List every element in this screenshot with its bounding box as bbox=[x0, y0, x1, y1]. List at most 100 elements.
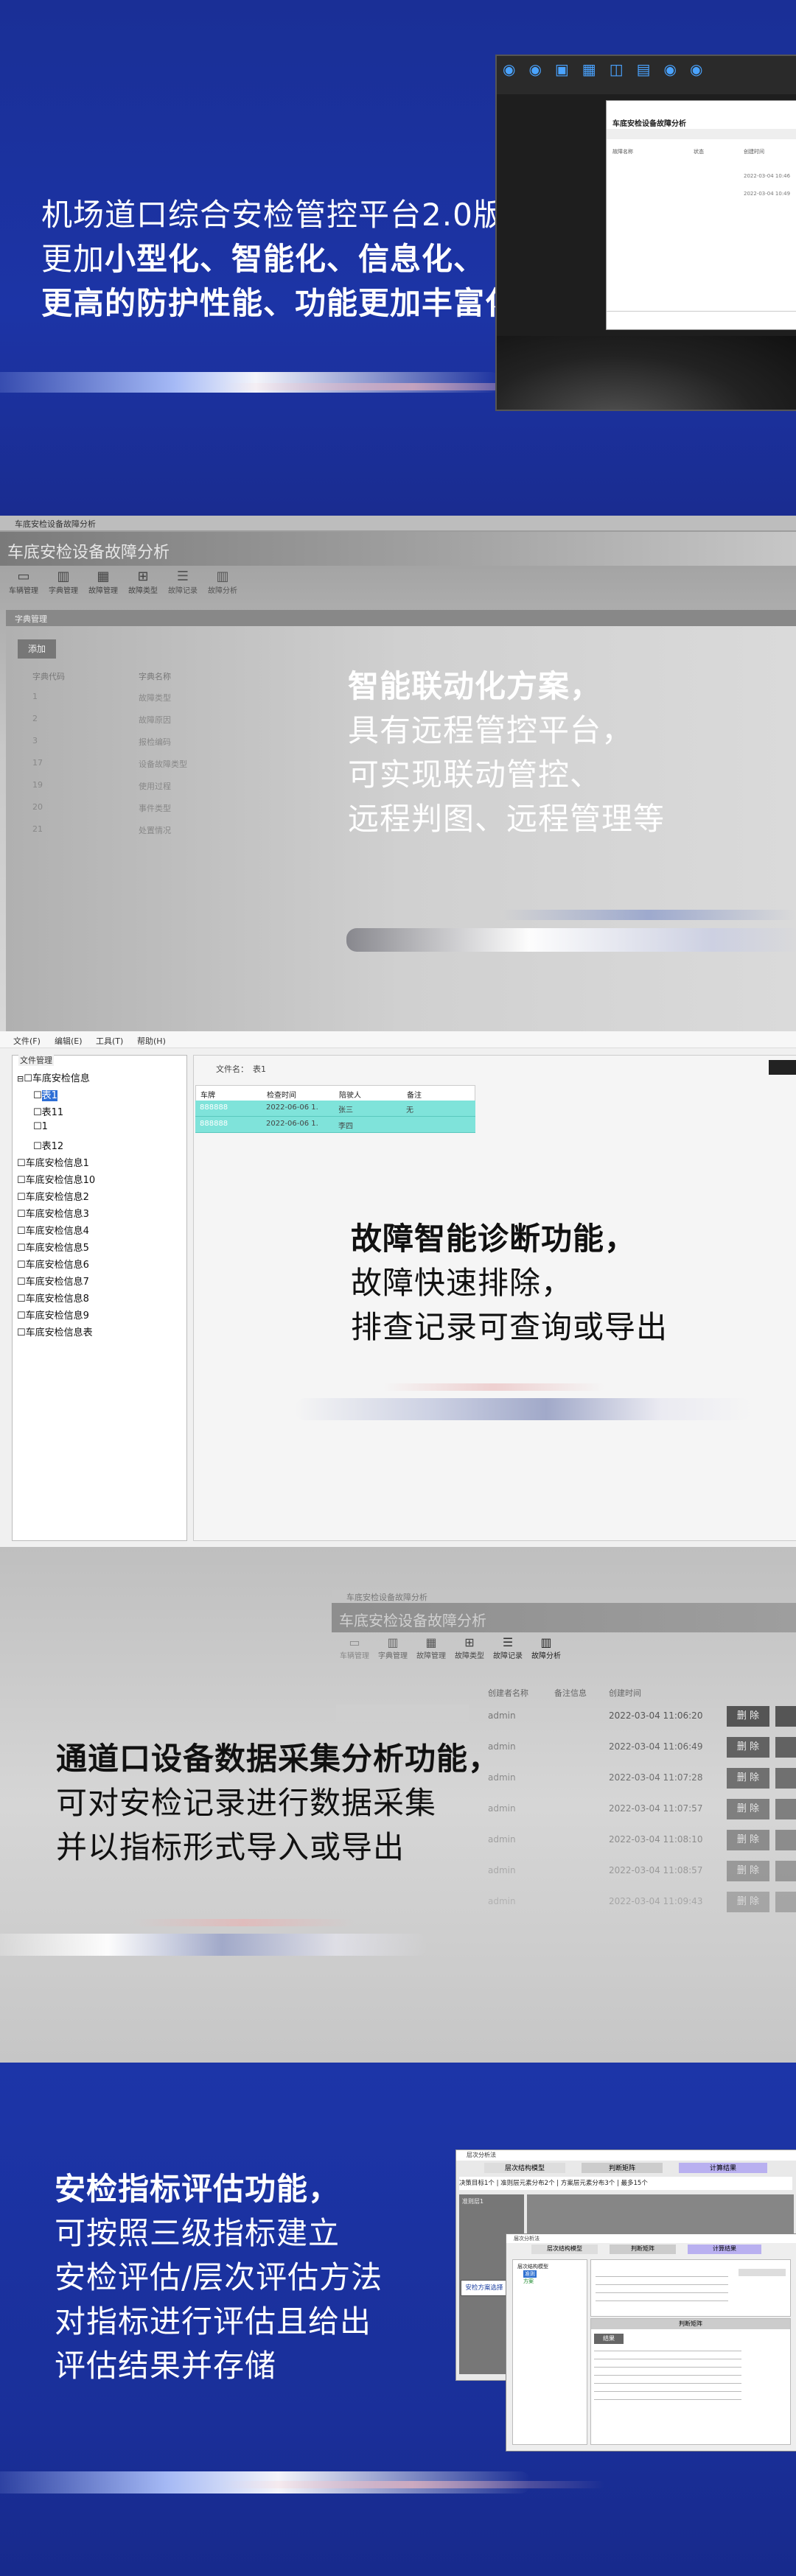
delete-button[interactable]: 删 除 bbox=[727, 1737, 769, 1758]
delete-button[interactable]: 删 除 bbox=[727, 1706, 769, 1727]
checkbox-icon[interactable]: ☐ bbox=[17, 1175, 26, 1186]
table-row[interactable]: 21 处置情况 bbox=[18, 821, 254, 840]
toolbar-button-dictionary[interactable]: ▥ 字典管理 bbox=[374, 1635, 411, 1660]
checkbox-icon[interactable]: ☐ bbox=[17, 1192, 26, 1203]
add-button[interactable]: 添加 bbox=[18, 639, 56, 659]
delete-button[interactable]: 删 除 bbox=[727, 1861, 769, 1881]
tree-node[interactable]: ☐表12 bbox=[33, 1138, 63, 1152]
checkbox-icon[interactable]: ☐ bbox=[17, 1260, 26, 1271]
tree-node[interactable]: ☐车底安检信息表 bbox=[17, 1324, 93, 1338]
table-row[interactable]: admin 2022-03-04 11:06:49 删 除 bbox=[479, 1734, 796, 1761]
delete-button[interactable]: 删 除 bbox=[727, 1830, 769, 1850]
checkbox-icon[interactable]: ☐ bbox=[17, 1226, 26, 1237]
checkbox-icon[interactable]: ☐ bbox=[17, 1327, 26, 1338]
table-row[interactable]: 2 故障原因 bbox=[18, 710, 254, 729]
action-button[interactable] bbox=[775, 1861, 796, 1881]
checkbox-icon[interactable]: ☐ bbox=[17, 1209, 26, 1220]
table-row[interactable]: 20 事件类型 bbox=[18, 799, 254, 818]
toolbar-button-fault[interactable]: ▦ 故障管理 bbox=[84, 569, 122, 595]
action-button[interactable] bbox=[775, 1706, 796, 1727]
toolbar-button-fault-type[interactable]: ⊞ 故障类型 bbox=[451, 1635, 488, 1660]
dictionary-name: 故障原因 bbox=[139, 715, 171, 725]
checkbox-icon[interactable]: ☐ bbox=[17, 1277, 26, 1288]
menu-help[interactable]: 帮助(H) bbox=[137, 1035, 166, 1047]
tree-node[interactable]: ☐车底安检信息5 bbox=[17, 1240, 89, 1254]
action-button[interactable] bbox=[775, 1768, 796, 1789]
table-row[interactable]: admin 2022-03-04 11:06:20 删 除 bbox=[479, 1703, 796, 1730]
tree-node[interactable]: ☐车底安检信息1 bbox=[17, 1155, 89, 1169]
toolbar-button-vehicle[interactable]: ▭ 车辆管理 bbox=[4, 569, 43, 595]
table-row[interactable]: admin 2022-03-04 11:08:10 删 除 bbox=[479, 1827, 796, 1853]
toolbar-button-vehicle[interactable]: ▭ 车辆管理 bbox=[336, 1635, 373, 1660]
light-streak bbox=[383, 1383, 604, 1391]
toolbar-button-fault[interactable]: ▦ 故障管理 bbox=[413, 1635, 450, 1660]
checkbox-icon[interactable]: ☐ bbox=[17, 1310, 26, 1322]
tab-result[interactable]: 计算结果 bbox=[679, 2163, 767, 2173]
action-button[interactable] bbox=[775, 1737, 796, 1758]
delete-button[interactable]: 删 除 bbox=[727, 1799, 769, 1819]
action-button[interactable] bbox=[775, 1799, 796, 1819]
tree-node[interactable]: ☐车底安检信息8 bbox=[17, 1291, 89, 1305]
tab-bar: 层次结构模型 判断矩阵 计算结果 bbox=[456, 2162, 796, 2174]
toolbar-button-fault-record[interactable]: ☰ 故障记录 bbox=[164, 569, 202, 595]
table-row[interactable]: 888888 2022-06-06 1. 李四 bbox=[195, 1117, 475, 1133]
checkbox-icon[interactable]: ☐ bbox=[17, 1158, 26, 1169]
checkbox-icon[interactable]: ☐ bbox=[33, 1107, 42, 1118]
checkbox-icon[interactable]: ☐ bbox=[33, 1090, 42, 1101]
toolbar-button-fault-analysis[interactable]: ▥ 故障分析 bbox=[203, 569, 242, 595]
tab-matrix[interactable]: 判断矩阵 bbox=[582, 2163, 663, 2173]
tree-node[interactable]: ☐表1 bbox=[33, 1087, 57, 1101]
tree-node[interactable]: ☐1 bbox=[33, 1121, 48, 1132]
delete-button[interactable]: 删 除 bbox=[727, 1892, 769, 1912]
toolbar-button-dictionary[interactable]: ▥ 字典管理 bbox=[44, 569, 83, 595]
tree-node[interactable]: ☐车底安检信息9 bbox=[17, 1308, 89, 1322]
tree-node[interactable]: ☐车底安检信息6 bbox=[17, 1257, 89, 1271]
tab-structure[interactable]: 层次结构模型 bbox=[484, 2163, 565, 2173]
menu-tools[interactable]: 工具(T) bbox=[96, 1035, 123, 1047]
table-row[interactable]: 3 报检编码 bbox=[18, 732, 254, 751]
action-button[interactable] bbox=[775, 1892, 796, 1912]
tree-node[interactable]: ☐车底安检信息7 bbox=[17, 1274, 89, 1288]
tree-node[interactable]: ⊟☐车底安检信息 bbox=[17, 1070, 90, 1084]
tree-node[interactable]: ☐表11 bbox=[33, 1104, 63, 1118]
checkbox-icon[interactable]: ☐ bbox=[24, 1073, 32, 1084]
table-row[interactable]: 1 故障类型 bbox=[18, 688, 254, 707]
action-button[interactable] bbox=[775, 1830, 796, 1850]
delete-button[interactable]: 删 除 bbox=[727, 1768, 769, 1789]
toolbar-button-fault-type[interactable]: ⊞ 故障类型 bbox=[124, 569, 162, 595]
tree-node[interactable]: ☐车底安检信息3 bbox=[17, 1206, 89, 1220]
tree-plan[interactable]: 方案 bbox=[523, 2278, 534, 2285]
checkbox-icon[interactable]: ☐ bbox=[33, 1141, 42, 1152]
menu-file[interactable]: 文件(F) bbox=[13, 1035, 41, 1047]
tree-criteria[interactable]: 准则 bbox=[523, 2270, 537, 2278]
tab-result[interactable]: 计算结果 bbox=[688, 2245, 761, 2254]
tree-node[interactable]: ☐车底安检信息10 bbox=[17, 1172, 95, 1186]
tree-root[interactable]: 层次结构模型 bbox=[517, 2263, 548, 2270]
collapse-icon[interactable]: ⊟ bbox=[17, 1074, 24, 1084]
table-row[interactable]: 19 使用过程 bbox=[18, 776, 254, 796]
action-button[interactable] bbox=[769, 1060, 796, 1075]
goal-box[interactable]: 安检方案选择 bbox=[461, 2280, 508, 2296]
table-row[interactable]: admin 2022-03-04 11:07:28 删 除 bbox=[479, 1765, 796, 1791]
tree-node[interactable]: ☐车底安检信息4 bbox=[17, 1223, 89, 1237]
table-row[interactable]: 17 设备故障类型 bbox=[18, 754, 254, 773]
checkbox-icon[interactable]: ☐ bbox=[17, 1243, 26, 1254]
table-row[interactable]: admin 2022-03-04 11:07:57 删 除 bbox=[479, 1796, 796, 1822]
checkbox-icon[interactable]: ☐ bbox=[17, 1294, 26, 1305]
tree-node[interactable]: ☐车底安检信息2 bbox=[17, 1189, 89, 1203]
window-title: 层次分析法 bbox=[467, 2152, 496, 2158]
tab-bar: 层次结构模型 判断矩阵 计算结果 bbox=[506, 2245, 796, 2255]
checkbox-icon[interactable]: ☐ bbox=[33, 1121, 42, 1132]
menu-edit[interactable]: 编辑(E) bbox=[55, 1035, 83, 1047]
tree-node-label: 车底安检信息8 bbox=[25, 1294, 89, 1305]
tab-matrix[interactable]: 判断矩阵 bbox=[610, 2245, 676, 2254]
toolbar-button-fault-analysis[interactable]: ▥ 故障分析 bbox=[528, 1635, 565, 1660]
table-row[interactable]: admin 2022-03-04 11:08:57 删 除 bbox=[479, 1858, 796, 1884]
tab-structure[interactable]: 层次结构模型 bbox=[531, 2245, 598, 2254]
light-streak bbox=[295, 1398, 752, 1420]
toolbar-button-fault-record[interactable]: ☰ 故障记录 bbox=[489, 1635, 526, 1660]
table-row[interactable]: 888888 2022-06-06 1. 张三 无 bbox=[195, 1101, 475, 1117]
table-row[interactable]: admin 2022-03-04 11:09:43 删 除 bbox=[479, 1889, 796, 1915]
structure-tree: 层次结构模型 准则 方案 bbox=[512, 2259, 587, 2445]
dictionary-name: 处置情况 bbox=[139, 826, 171, 835]
